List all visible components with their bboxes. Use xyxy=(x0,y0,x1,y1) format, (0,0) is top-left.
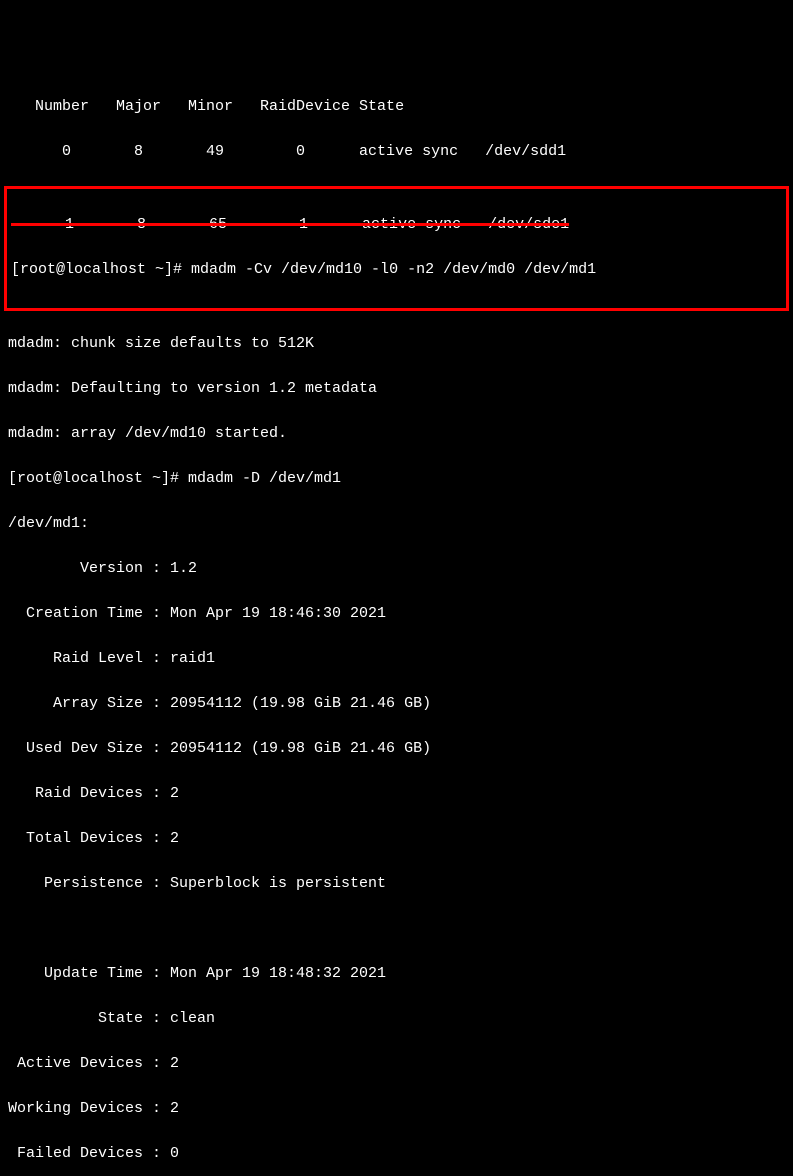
detail-update-time: Update Time : Mon Apr 19 18:48:32 2021 xyxy=(8,963,785,986)
command-text: mdadm -Cv /dev/md10 -l0 -n2 /dev/md0 /de… xyxy=(191,261,596,278)
blank-line xyxy=(8,918,785,941)
table-header: Number Major Minor RaidDevice State xyxy=(8,96,785,119)
shell-prompt: [root@localhost ~]# xyxy=(11,261,191,278)
table-row: 1 8 65 1 active sync /dev/sde1 xyxy=(11,214,782,237)
output-line: mdadm: chunk size defaults to 512K xyxy=(8,333,785,356)
table-row: 0 8 49 0 active sync /dev/sdd1 xyxy=(8,141,785,164)
detail-used-dev-size: Used Dev Size : 20954112 (19.98 GiB 21.4… xyxy=(8,738,785,761)
detail-array-size: Array Size : 20954112 (19.98 GiB 21.46 G… xyxy=(8,693,785,716)
command-line[interactable]: [root@localhost ~]# mdadm -Cv /dev/md10 … xyxy=(11,259,782,282)
command-line[interactable]: [root@localhost ~]# mdadm -D /dev/md1 xyxy=(8,468,785,491)
detail-version: Version : 1.2 xyxy=(8,558,785,581)
detail-creation-time: Creation Time : Mon Apr 19 18:46:30 2021 xyxy=(8,603,785,626)
highlighted-command-box: 1 8 65 1 active sync /dev/sde1 [root@loc… xyxy=(4,186,789,311)
detail-working-devices: Working Devices : 2 xyxy=(8,1098,785,1121)
detail-raid-level: Raid Level : raid1 xyxy=(8,648,785,671)
detail-active-devices: Active Devices : 2 xyxy=(8,1053,785,1076)
output-line: mdadm: Defaulting to version 1.2 metadat… xyxy=(8,378,785,401)
detail-state: State : clean xyxy=(8,1008,785,1031)
detail-persistence: Persistence : Superblock is persistent xyxy=(8,873,785,896)
device-header: /dev/md1: xyxy=(8,513,785,536)
shell-prompt: [root@localhost ~]# xyxy=(8,470,188,487)
detail-raid-devices: Raid Devices : 2 xyxy=(8,783,785,806)
command-text: mdadm -D /dev/md1 xyxy=(188,470,341,487)
detail-total-devices: Total Devices : 2 xyxy=(8,828,785,851)
detail-failed-devices: Failed Devices : 0 xyxy=(8,1143,785,1166)
output-line: mdadm: array /dev/md10 started. xyxy=(8,423,785,446)
